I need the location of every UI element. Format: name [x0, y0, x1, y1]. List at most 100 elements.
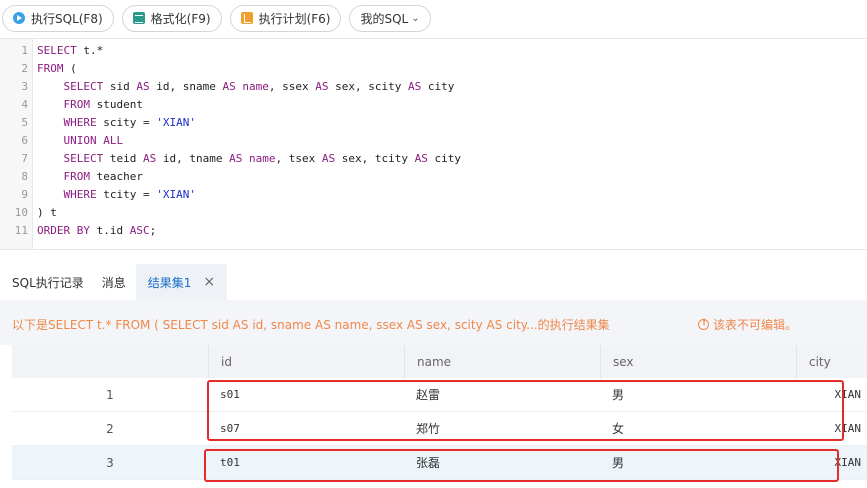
sql-keyword: SELECT — [63, 152, 104, 165]
run-sql-label: 执行SQL(F8) — [31, 11, 103, 26]
code-text: UNION ALL — [37, 132, 124, 150]
code-line[interactable]: 2 FROM ( — [0, 60, 867, 78]
code-line[interactable]: 5 WHERE scity = 'XIAN' — [0, 114, 867, 132]
sql-editor[interactable]: 1 SELECT t.* 2 FROM (3 SELECT sid AS id, sn… — [0, 38, 867, 250]
sql-keyword: ORDER BY — [37, 224, 90, 237]
code-line[interactable]: 7 SELECT teid AS id, tname AS name, tsex… — [0, 150, 867, 168]
my-sql-dropdown[interactable]: 我的SQL ⌄ — [349, 4, 431, 32]
highlight-box-student-rows — [207, 380, 844, 441]
code-text: WHERE scity = 'XIAN' — [37, 114, 196, 132]
sql-keyword: AS — [407, 80, 422, 93]
sql-string: 'XIAN' — [156, 116, 196, 129]
sql-keyword: SELECT — [63, 80, 104, 93]
sql-token: ) t — [37, 206, 57, 219]
sql-keyword: AS — [315, 80, 329, 93]
sql-keyword: name — [242, 80, 269, 93]
result-message: 以下是SELECT t.* FROM ( SELECT sid AS id, s… — [12, 318, 610, 332]
sql-keyword: ASC — [129, 224, 150, 237]
tab-result-set-1[interactable]: 结果集1 × — [135, 264, 228, 300]
sql-keyword: name — [248, 152, 276, 165]
code-text: SELECT t.* — [37, 42, 103, 60]
tab-messages[interactable]: 消息 — [94, 264, 136, 300]
sql-string: 'XIAN' — [156, 188, 196, 201]
tab-result-set-1-label: 结果集1 — [147, 275, 192, 290]
code-line[interactable]: 4 FROM student — [0, 96, 867, 114]
grid-header: id name sex city — [12, 345, 867, 378]
code-text: WHERE tcity = 'XIAN' — [37, 186, 196, 204]
code-line[interactable]: 6 UNION ALL — [0, 132, 867, 150]
sql-token: sex, scity — [328, 80, 408, 93]
code-line[interactable]: 11 ORDER BY t.id ASC; — [0, 222, 867, 240]
result-tabs: SQL执行记录 消息 结果集1 × — [0, 264, 228, 300]
sql-token: ( — [63, 62, 77, 75]
line-number: 11 — [14, 224, 28, 237]
code-line[interactable]: 10) t — [0, 204, 867, 222]
format-icon — [132, 12, 145, 24]
sql-token: , ssex — [268, 80, 316, 93]
code-text: FROM ( — [37, 60, 77, 78]
sql-token: city — [427, 152, 461, 165]
code-line[interactable]: 8 FROM teacher — [0, 168, 867, 186]
code-line[interactable]: 9 WHERE tcity = 'XIAN' — [0, 186, 867, 204]
column-header-id[interactable]: id — [208, 345, 404, 378]
column-header-index[interactable] — [12, 345, 208, 378]
code-text: ) t — [37, 204, 57, 222]
format-label: 格式化(F9) — [150, 11, 211, 26]
close-icon[interactable]: × — [203, 274, 215, 290]
line-number: 3 — [21, 80, 28, 93]
line-number: 4 — [21, 98, 28, 111]
sql-keyword: AS — [414, 152, 428, 165]
column-header-city[interactable]: city — [796, 345, 867, 378]
sql-keyword: WHERE — [63, 116, 97, 129]
execution-plan-button[interactable]: 执行计划(F6) — [229, 4, 342, 32]
code-text: FROM teacher — [37, 168, 143, 186]
code-line[interactable]: 1 SELECT t.* — [0, 42, 867, 60]
sql-keyword: FROM — [63, 170, 91, 183]
sql-keyword: AS — [229, 152, 243, 165]
toolbar: 执行SQL(F8) 格式化(F9) 执行计划(F6) 我的SQL ⌄ — [0, 0, 867, 36]
my-sql-label: 我的SQL — [360, 11, 409, 26]
row-index: 2 — [106, 421, 114, 436]
sql-keyword: FROM — [37, 62, 64, 75]
line-number: 8 — [21, 170, 28, 183]
run-sql-button[interactable]: 执行SQL(F8) — [2, 4, 114, 32]
sql-token: t.id — [89, 224, 130, 237]
readonly-notice-text: 该表不可编辑。 — [713, 318, 798, 332]
plan-icon — [240, 12, 253, 24]
sql-token: teid — [103, 152, 143, 165]
sql-token: scity = — [96, 116, 157, 129]
execution-plan-label: 执行计划(F6) — [258, 11, 331, 26]
tab-sql-history[interactable]: SQL执行记录 — [0, 264, 94, 300]
sql-token: student — [90, 98, 143, 111]
sql-token: id, sname — [149, 80, 223, 93]
tab-sql-history-label: SQL执行记录 — [12, 275, 84, 290]
sql-keyword: AS — [321, 152, 336, 165]
sql-token: sid — [103, 80, 137, 93]
row-index: 3 — [106, 455, 114, 470]
readonly-notice: 该表不可编辑。 — [698, 316, 797, 333]
line-number: 7 — [21, 152, 28, 165]
column-header-sex[interactable]: sex — [600, 345, 796, 378]
line-number: 5 — [21, 116, 28, 129]
line-number: 2 — [21, 62, 28, 75]
format-button[interactable]: 格式化(F9) — [121, 4, 222, 32]
sql-token: sex, tcity — [335, 152, 415, 165]
sql-token: ; — [149, 224, 157, 237]
sql-keyword: AS — [143, 152, 157, 165]
sql-token: tcity = — [96, 188, 157, 201]
code-text: FROM student — [37, 96, 143, 114]
column-header-name[interactable]: name — [404, 345, 600, 378]
line-number: 6 — [21, 134, 28, 147]
code-line[interactable]: 3 SELECT sid AS id, sname AS name, ssex … — [0, 78, 867, 96]
line-number: 1 — [21, 44, 28, 57]
tab-messages-label: 消息 — [101, 275, 126, 290]
code-text: ORDER BY t.id ASC; — [37, 222, 156, 240]
highlight-box-teacher-row — [204, 449, 839, 482]
sql-keyword: UNION ALL — [63, 134, 124, 147]
sql-keyword: AS — [222, 80, 236, 93]
